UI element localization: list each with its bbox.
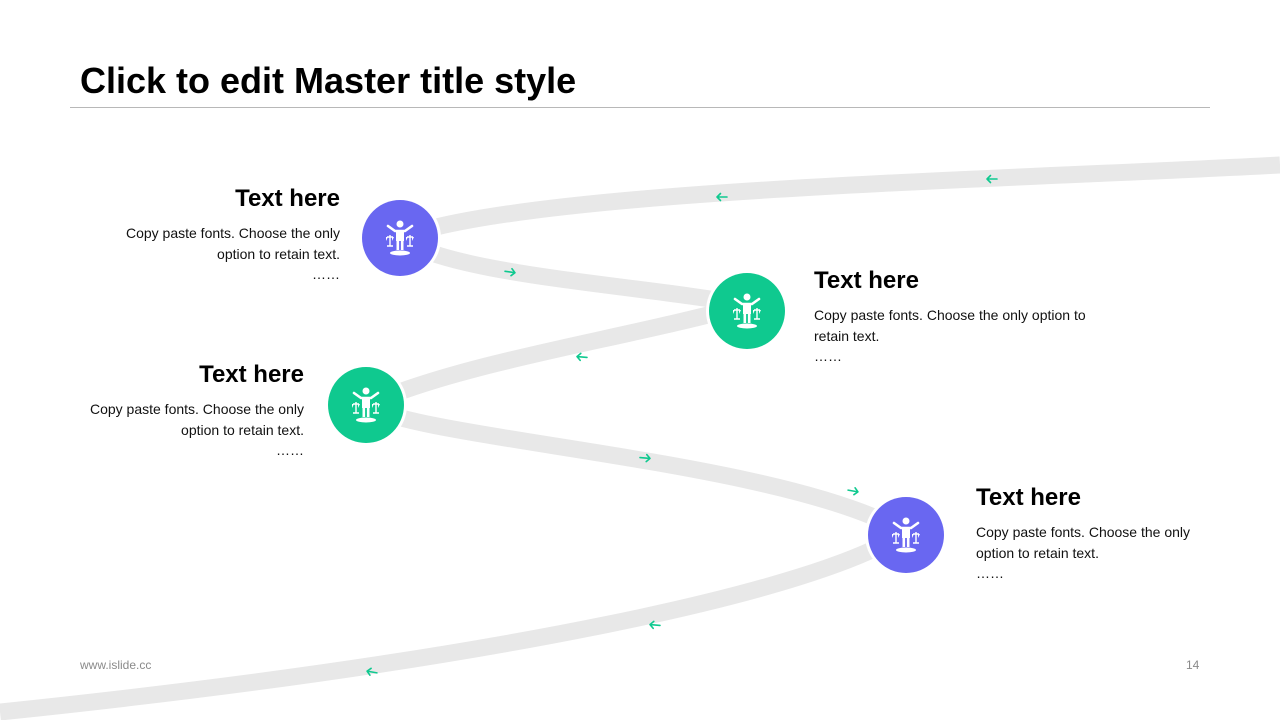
step-description: Copy paste fonts. Choose the only option… <box>814 307 1086 344</box>
step-ellipsis: …… <box>814 348 842 364</box>
direction-arrow <box>576 352 588 362</box>
page-number: 14 <box>1186 658 1200 672</box>
justice-scales-person-icon <box>729 292 765 330</box>
step-description: Copy paste fonts. Choose the only option… <box>89 401 304 438</box>
step-2-node <box>709 273 785 349</box>
footer-website: www.islide.cc <box>80 658 152 672</box>
step-ellipsis: …… <box>312 266 340 282</box>
step-2-text: Text here Copy paste fonts. Choose the o… <box>814 267 1114 365</box>
step-heading: Text here <box>976 484 1081 511</box>
step-description: Copy paste fonts. Choose the only option… <box>976 524 1191 561</box>
step-ellipsis: …… <box>276 442 304 458</box>
step-ellipsis: …… <box>976 565 1004 581</box>
justice-scales-person-icon <box>348 386 384 424</box>
step-4-node <box>868 497 944 573</box>
step-1-text: Text here Copy paste fonts. Choose the o… <box>80 185 340 283</box>
step-4-text: Text here Copy paste fonts. Choose the o… <box>976 484 1216 582</box>
step-heading: Text here <box>199 361 304 388</box>
step-3-text: Text here Copy paste fonts. Choose the o… <box>44 361 304 459</box>
step-3-node <box>328 367 404 443</box>
justice-scales-person-icon <box>888 516 924 554</box>
step-description: Copy paste fonts. Choose the only option… <box>125 225 340 262</box>
step-1-node <box>362 200 438 276</box>
justice-scales-person-icon <box>382 219 418 257</box>
step-heading: Text here <box>814 267 919 294</box>
direction-arrow <box>847 487 859 496</box>
step-heading: Text here <box>235 185 340 212</box>
